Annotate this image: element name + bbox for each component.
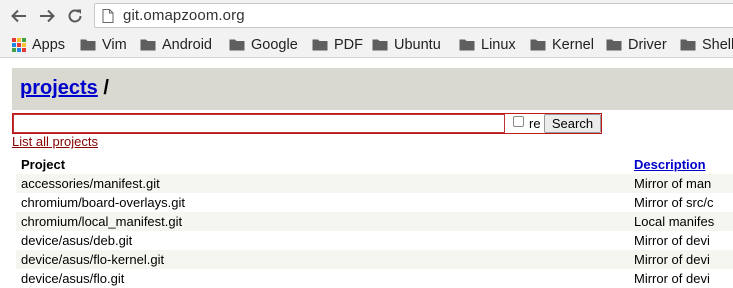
bookmark-shell[interactable]: Shell (680, 35, 733, 54)
bookmark-pdf[interactable]: PDF (312, 35, 363, 54)
bookmark-kernel[interactable]: Kernel (530, 35, 594, 54)
description-cell: Mirror of src/c (629, 193, 733, 212)
table-row[interactable]: device/asus/flo.git Mirror of devi (16, 269, 733, 288)
table-row[interactable]: device/asus/deb.git Mirror of devi (16, 231, 733, 250)
table-header-row: Project Description (16, 155, 733, 174)
bookmark-google[interactable]: Google (229, 35, 298, 54)
bookmark-label: Linux (481, 36, 516, 53)
description-cell: Mirror of man (629, 174, 733, 193)
folder-icon (530, 39, 546, 51)
table-row[interactable]: device/asus/flo-kernel.git Mirror of devi (16, 250, 733, 269)
bookmarks-bar: Apps Vim Android Google PDF Ubuntu Linux Kernel… (0, 32, 733, 58)
back-arrow-icon (11, 9, 26, 23)
bookmark-label: Ubuntu (394, 36, 441, 53)
reload-button[interactable] (63, 4, 87, 28)
bookmark-ubuntu[interactable]: Ubuntu (372, 35, 441, 54)
apps-grid-icon (12, 37, 26, 52)
description-cell: Mirror of devi (629, 250, 733, 269)
project-cell[interactable]: device/asus/flo-kernel.git (16, 250, 629, 269)
back-button[interactable] (7, 4, 31, 28)
page-title: projects / (20, 77, 109, 100)
reload-icon (68, 9, 82, 23)
folder-icon (680, 39, 696, 51)
description-cell: Mirror of devi (629, 269, 733, 288)
list-all-projects-link[interactable]: List all projects (12, 134, 98, 149)
project-cell[interactable]: chromium/board-overlays.git (16, 193, 629, 212)
folder-icon (80, 39, 96, 51)
bookmark-label: PDF (334, 36, 363, 53)
address-url: git.omapzoom.org (123, 7, 245, 24)
browser-toolbar: git.omapzoom.org (0, 0, 733, 32)
table-row[interactable]: chromium/board-overlays.git Mirror of src… (16, 193, 733, 212)
bookmark-label: Kernel (552, 36, 594, 53)
page-icon (102, 9, 114, 23)
address-bar[interactable]: git.omapzoom.org (94, 3, 733, 28)
bookmark-label: Shell (702, 36, 733, 53)
search-input[interactable] (13, 114, 505, 133)
table-row[interactable]: accessories/manifest.git Mirror of man (16, 174, 733, 193)
description-sort-link[interactable]: Description (634, 157, 706, 172)
table-row[interactable]: chromium/local_manifest.git Local manifes (16, 212, 733, 231)
regex-label: re (529, 116, 541, 131)
folder-icon (459, 39, 475, 51)
forward-arrow-icon (40, 9, 55, 23)
search-form: re Search (12, 113, 602, 134)
bookmark-android[interactable]: Android (140, 35, 212, 54)
bookmark-label: Vim (102, 36, 127, 53)
title-separator: / (97, 77, 109, 99)
page-header: projects / (12, 68, 733, 110)
folder-icon (140, 39, 156, 51)
project-cell[interactable]: device/asus/flo.git (16, 269, 629, 288)
bookmark-label: Google (251, 36, 298, 53)
search-button[interactable]: Search (544, 114, 601, 133)
description-cell: Local manifes (629, 212, 733, 231)
project-column-header: Project (21, 157, 66, 172)
folder-icon (229, 39, 245, 51)
page-content: projects / re Search List all projects P… (0, 58, 733, 288)
bookmark-linux[interactable]: Linux (459, 35, 516, 54)
folder-icon (606, 39, 622, 51)
bookmark-label: Driver (628, 36, 667, 53)
bookmark-driver[interactable]: Driver (606, 35, 667, 54)
description-cell: Mirror of devi (629, 231, 733, 250)
regex-checkbox[interactable] (513, 116, 524, 127)
bookmark-label: Android (162, 36, 212, 53)
projects-link[interactable]: projects (20, 77, 98, 99)
bookmark-apps[interactable]: Apps (12, 35, 65, 54)
folder-icon (312, 39, 328, 51)
bookmark-label: Apps (32, 36, 66, 53)
project-cell[interactable]: accessories/manifest.git (16, 174, 629, 193)
description-column-header: Description (629, 155, 733, 174)
bookmark-vim[interactable]: Vim (80, 35, 127, 54)
forward-button[interactable] (35, 4, 59, 28)
folder-icon (372, 39, 388, 51)
project-cell[interactable]: chromium/local_manifest.git (16, 212, 629, 231)
projects-table: Project Description accessories/manifest… (16, 155, 733, 288)
project-cell[interactable]: device/asus/deb.git (16, 231, 629, 250)
